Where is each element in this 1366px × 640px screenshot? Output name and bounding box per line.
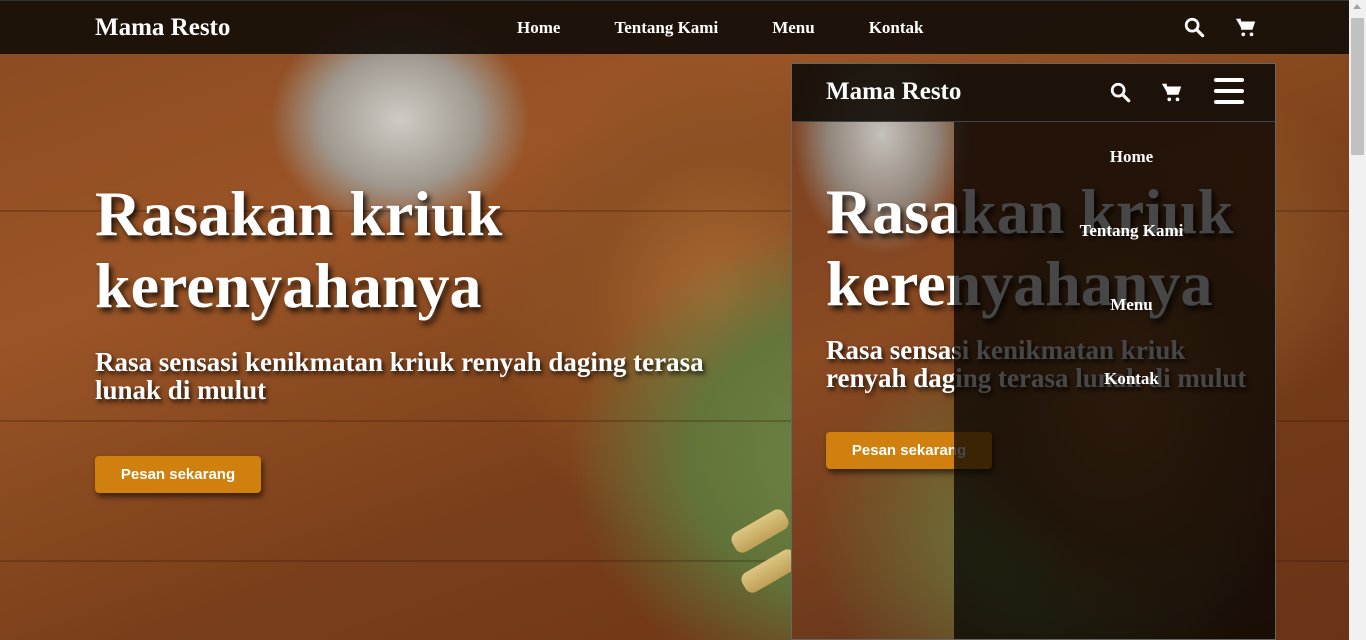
hero-subtitle: Rasa sensasi kenikmatan kriuk renyah dag…: [95, 347, 704, 405]
navbar: Mama Resto Home Tentang Kami Menu Kontak: [0, 0, 1366, 54]
cart-icon[interactable]: [1235, 16, 1257, 38]
preview-navbar: Mama Resto: [792, 64, 1275, 122]
order-now-button[interactable]: Pesan sekarang: [95, 456, 261, 493]
preview-brand-logo[interactable]: Mama Resto: [826, 78, 961, 106]
nav-icons: [1183, 16, 1287, 38]
brand-logo[interactable]: Mama Resto: [95, 14, 230, 42]
search-icon[interactable]: [1109, 81, 1131, 103]
mobile-preview-panel: Rasakan kriuk kerenyahanya Rasa sensasi …: [791, 63, 1276, 640]
scrollbar-thumb[interactable]: [1351, 18, 1364, 155]
preview-menu-tentang-kami[interactable]: Tentang Kami: [986, 194, 1275, 268]
search-icon[interactable]: [1183, 16, 1205, 38]
hamburger-menu-icon[interactable]: [1214, 78, 1244, 104]
nav-link-home[interactable]: Home: [517, 18, 560, 38]
nav-link-tentang-kami[interactable]: Tentang Kami: [614, 18, 718, 38]
scroll-up-arrow-icon[interactable]: [1353, 4, 1361, 9]
nav-link-menu[interactable]: Menu: [772, 18, 815, 38]
nav-link-kontak[interactable]: Kontak: [869, 18, 924, 38]
hero-title: Rasakan kriuk kerenyahanya: [95, 178, 503, 321]
hero-content: Rasakan kriuk kerenyahanya Rasa sensasi …: [95, 178, 755, 493]
preview-menu-home[interactable]: Home: [986, 120, 1275, 194]
preview-menu-kontak[interactable]: Kontak: [986, 342, 1275, 416]
preview-dropdown-menu: Home Tentang Kami Menu Kontak: [954, 120, 1275, 639]
preview-menu-menu[interactable]: Menu: [986, 268, 1275, 342]
preview-nav-icons: [1109, 81, 1213, 103]
cart-icon[interactable]: [1161, 81, 1183, 103]
nav-links: Home Tentang Kami Menu Kontak: [517, 18, 978, 38]
